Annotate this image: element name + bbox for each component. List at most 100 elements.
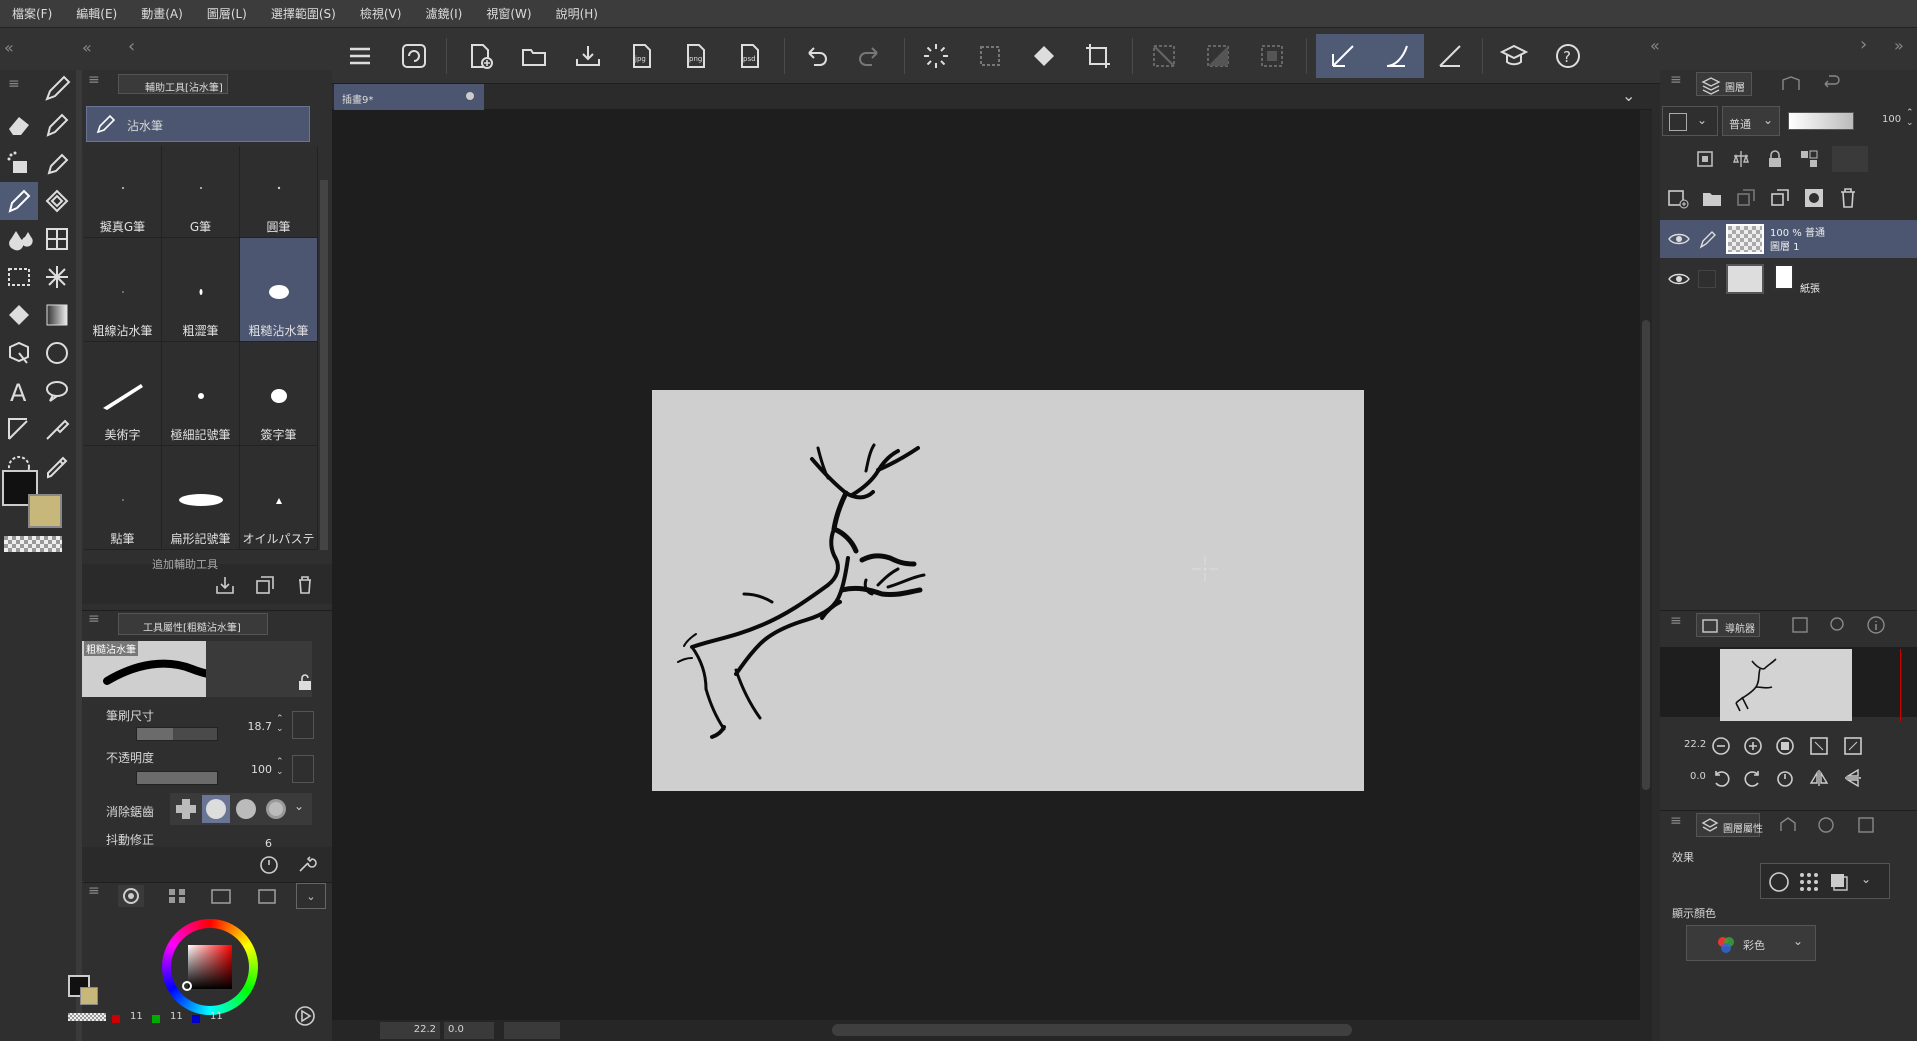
brush-item[interactable]: 簽字筆	[240, 342, 318, 446]
canvas-tab[interactable]: 插畫9*	[334, 84, 484, 110]
zoom-out-icon[interactable]	[1710, 735, 1732, 757]
collapse-panel-icon[interactable]: «	[82, 38, 92, 57]
sub-color-swatch[interactable]	[28, 494, 62, 528]
expand-selection-icon[interactable]	[1250, 34, 1294, 78]
opacity-slider[interactable]	[136, 771, 218, 785]
menu-item-8[interactable]: 說明(H)	[544, 5, 610, 22]
new-canvas-icon[interactable]	[458, 34, 502, 78]
pressure-toggle-icon[interactable]	[292, 711, 314, 739]
lock-transparent-icon[interactable]	[1798, 148, 1820, 170]
layer-panel-menu-icon[interactable]: ≡	[1670, 72, 1682, 88]
ellipse-icon[interactable]	[38, 334, 76, 372]
info-tab-icon[interactable]	[1866, 615, 1886, 635]
sub-tab-3-icon[interactable]	[1856, 815, 1876, 835]
vertical-scrollbar[interactable]	[1640, 110, 1652, 1020]
navigator-tab[interactable]: 導航器	[1696, 613, 1760, 637]
antialias-dropdown-icon[interactable]: ⌄	[294, 799, 304, 813]
layer-mask-icon[interactable]	[1802, 186, 1826, 210]
menu-item-2[interactable]: 動畫(A)	[129, 5, 195, 22]
new-folder-icon[interactable]	[1700, 186, 1724, 210]
flip-horizontal-icon[interactable]	[1808, 767, 1830, 789]
color-set-tab-icon[interactable]	[164, 885, 190, 907]
collapse-right-panel-icon[interactable]: «	[1650, 36, 1660, 55]
eyedropper-icon[interactable]	[38, 448, 76, 486]
menu-item-1[interactable]: 編輯(E)	[64, 5, 129, 22]
intermediate-color-tab-icon[interactable]	[254, 885, 280, 907]
open-folder-icon[interactable]	[512, 34, 556, 78]
merge-layer-icon[interactable]	[1768, 186, 1792, 210]
snap-ruler-icon[interactable]	[1316, 34, 1370, 78]
add-subtool-label[interactable]: 追加輔助工具	[152, 556, 218, 572]
unlock-icon[interactable]	[296, 673, 314, 691]
perspective-ruler-icon[interactable]	[38, 220, 76, 258]
eraser-icon[interactable]	[0, 106, 38, 144]
duplicate-subtool-icon[interactable]	[254, 574, 276, 596]
chevron-right-icon[interactable]: ›	[1860, 34, 1867, 55]
antialias-none-icon[interactable]	[174, 797, 198, 821]
effect-dropdown-icon[interactable]: ⌄	[1861, 872, 1871, 886]
reset-rotation-icon[interactable]	[1774, 767, 1796, 789]
brush-item[interactable]: 美術字	[84, 342, 162, 446]
brush-item[interactable]: 扁形記號筆	[162, 446, 240, 550]
mask-toggle[interactable]	[1832, 146, 1868, 172]
tool-property-tab[interactable]: 工具屬性[粗糙沾水筆]	[118, 613, 268, 635]
layer-row[interactable]: 紙張	[1660, 260, 1917, 298]
horizontal-scrollbar[interactable]	[832, 1024, 1352, 1036]
color-wheel[interactable]	[162, 919, 258, 1015]
chevron-left-icon[interactable]: ‹	[128, 36, 135, 57]
rotate-left-icon[interactable]	[1710, 767, 1732, 789]
menu-item-0[interactable]: 檔案(F)	[0, 5, 64, 22]
navigator-menu-icon[interactable]: ≡	[1670, 613, 1682, 629]
invert-selection-icon[interactable]	[1196, 34, 1240, 78]
tool-palette-menu-icon[interactable]: ≡	[8, 76, 20, 92]
menu-hamburger-icon[interactable]	[338, 34, 382, 78]
play-icon[interactable]	[294, 1005, 316, 1027]
menu-item-4[interactable]: 選擇範圍(S)	[259, 5, 348, 22]
learn-icon[interactable]	[1492, 34, 1536, 78]
text-tool-icon[interactable]: A	[0, 372, 38, 410]
pencil-icon[interactable]	[38, 144, 76, 182]
layer-search-tab-icon[interactable]	[1780, 74, 1802, 94]
pen-edit-icon[interactable]	[1698, 230, 1718, 250]
airbrush-icon[interactable]	[0, 144, 38, 182]
clip-studio-icon[interactable]	[392, 34, 436, 78]
color-history-tab-icon[interactable]	[208, 885, 234, 907]
brush-item[interactable]: オイルパステ	[240, 446, 318, 550]
brush-item[interactable]: 點筆	[84, 446, 162, 550]
border-effect-icon[interactable]	[1767, 870, 1791, 894]
gradient-icon[interactable]	[38, 296, 76, 334]
color-panel-sub-swatch[interactable]	[80, 987, 98, 1005]
clip-layer-icon[interactable]	[1694, 148, 1716, 170]
tool-property-menu-icon[interactable]: ≡	[88, 611, 100, 627]
fit-canvas-icon[interactable]	[1842, 735, 1864, 757]
save-icon[interactable]	[566, 34, 610, 78]
tab-list-chevron-down-icon[interactable]: ⌄	[1622, 86, 1635, 105]
frame-border-icon[interactable]	[0, 410, 38, 448]
sub-tab-2-icon[interactable]	[1816, 815, 1836, 835]
layer-row[interactable]: 100 % 普通 圖層 1	[1660, 220, 1917, 258]
layer-color-dropdown[interactable]: ⌄	[1662, 106, 1718, 136]
brush-item[interactable]: 極細記號筆	[162, 342, 240, 446]
blend-mode-dropdown[interactable]: 普通 ⌄	[1722, 106, 1780, 136]
subtool-scrollbar[interactable]	[320, 180, 328, 550]
redo-icon[interactable]	[848, 34, 892, 78]
decoration-pattern-icon[interactable]	[38, 182, 76, 220]
transparent-color-swatch[interactable]	[4, 536, 62, 552]
color-wheel-tab-icon[interactable]	[118, 885, 144, 907]
color-picker-cursor[interactable]	[182, 981, 192, 991]
delete-layer-icon[interactable]	[1836, 186, 1860, 210]
clear-selection-icon[interactable]	[968, 34, 1012, 78]
delete-subtool-icon[interactable]	[294, 574, 316, 596]
display-color-dropdown[interactable]: 彩色 ⌄	[1686, 925, 1816, 961]
status-extra-box[interactable]	[504, 1022, 560, 1039]
subview-tab-icon[interactable]	[1790, 615, 1810, 635]
status-zoom-box[interactable]: 22.2	[380, 1022, 440, 1039]
new-raster-layer-icon[interactable]	[1666, 186, 1690, 210]
brush-item[interactable]: 擬真G筆	[84, 146, 162, 238]
menu-item-3[interactable]: 圖層(L)	[195, 5, 259, 22]
select-none-icon[interactable]	[1142, 34, 1186, 78]
magic-wand-icon[interactable]	[38, 258, 76, 296]
import-subtool-icon[interactable]	[214, 574, 236, 596]
search-tab-icon[interactable]	[1828, 615, 1848, 635]
subtool-tab[interactable]: 輔助工具[沾水筆]	[118, 74, 228, 94]
